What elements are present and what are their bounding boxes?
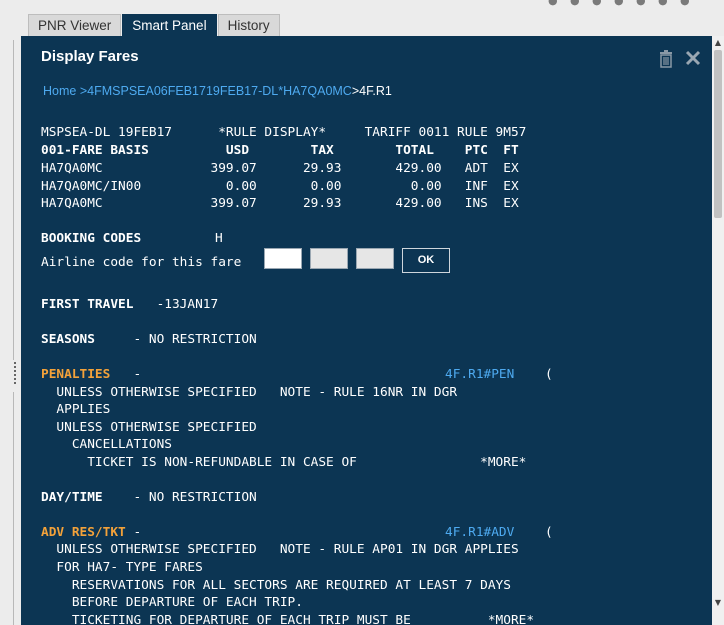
- airline-code-input[interactable]: [264, 248, 302, 269]
- toolbar-icon[interactable]: ●: [680, 0, 692, 8]
- scroll-up-arrow-icon[interactable]: ▲: [712, 38, 724, 48]
- breadcrumb: Home >4FMSPSEA06FEB1719FEB17-DL*HA7QA0MC…: [43, 84, 392, 98]
- adv-res-text-line: BEFORE DEPARTURE OF EACH TRIP.: [41, 595, 303, 610]
- penalties-text-line: APPLIES: [41, 402, 111, 417]
- adv-res-text-line: RESERVATIONS FOR ALL SECTORS ARE REQUIRE…: [41, 578, 511, 593]
- scroll-down-arrow-icon[interactable]: ▼: [712, 598, 724, 608]
- breadcrumb-entry-link[interactable]: 4FMSPSEA06FEB1719FEB17-DL*HA7QA0MC: [87, 84, 352, 98]
- penalties-dash: -: [110, 367, 142, 382]
- seasons-label: SEASONS: [41, 332, 95, 347]
- breadcrumb-home-link[interactable]: Home: [43, 84, 76, 98]
- adv-res-text-line: UNLESS OTHERWISE SPECIFIED NOTE - RULE A…: [41, 542, 519, 557]
- penalties-header: PENALTIES -: [41, 366, 141, 384]
- adv-res-label: ADV RES/TKT: [41, 525, 126, 540]
- tab-pnr-viewer[interactable]: PNR Viewer: [28, 14, 122, 36]
- penalties-text-line: UNLESS OTHERWISE SPECIFIED: [41, 420, 257, 435]
- penalties-paren: (: [545, 367, 553, 382]
- adv-res-header: ADV RES/TKT -: [41, 524, 141, 542]
- edge-divider: [13, 392, 14, 625]
- fare-row: HA7QA0MC 399.07 29.93 429.00 INS EX: [41, 196, 519, 211]
- edge-divider: [13, 40, 14, 360]
- tab-smart-panel[interactable]: Smart Panel: [122, 14, 217, 36]
- penalties-text-line: UNLESS OTHERWISE SPECIFIED NOTE - RULE 1…: [41, 385, 458, 400]
- fare-row: HA7QA0MC/IN00 0.00 0.00 0.00 INF EX: [41, 179, 519, 194]
- smart-panel: Display Fares Home >4FMSPSEA06FEB1719FEB…: [21, 36, 712, 625]
- adv-res-text-line: TICKETING FOR DEPARTURE OF EACH TRIP MUS…: [41, 613, 535, 625]
- first-travel-line: FIRST TRAVEL -13JAN17: [41, 296, 218, 314]
- toolbar-icons: ● ● ● ● ● ● ●: [548, 0, 692, 8]
- adv-res-rule-link[interactable]: 4F.R1#ADV: [445, 524, 514, 542]
- day-time-value: - NO RESTRICTION: [102, 490, 257, 505]
- seasons-value: - NO RESTRICTION: [94, 332, 257, 347]
- day-time-label: DAY/TIME: [41, 490, 103, 505]
- penalties-rule-link[interactable]: 4F.R1#PEN: [445, 366, 514, 384]
- resize-grip[interactable]: [14, 360, 18, 390]
- penalties-text-line: CANCELLATIONS: [41, 437, 172, 452]
- toolbar-icon[interactable]: ●: [570, 0, 582, 8]
- trash-icon[interactable]: [659, 50, 673, 68]
- adv-res-dash: -: [125, 525, 142, 540]
- first-travel-value: -13JAN17: [133, 297, 219, 312]
- scroll-thumb[interactable]: [714, 50, 722, 218]
- seasons-line: SEASONS - NO RESTRICTION: [41, 331, 257, 349]
- fare-column-headers: 001-FARE BASIS USD TAX TOTAL PTC FT: [41, 143, 519, 158]
- ok-button[interactable]: OK: [402, 248, 450, 273]
- left-edge: [0, 0, 20, 625]
- booking-code-value: H: [215, 231, 223, 246]
- first-travel-label: FIRST TRAVEL: [41, 297, 134, 312]
- vertical-scrollbar[interactable]: ▲ ▼: [712, 36, 724, 625]
- day-time-line: DAY/TIME - NO RESTRICTION: [41, 489, 257, 507]
- airline-code-input[interactable]: [310, 248, 348, 269]
- penalties-label: PENALTIES: [41, 367, 111, 382]
- breadcrumb-current: 4F.R1: [359, 84, 392, 98]
- airline-code-prompt: Airline code for this fare: [41, 255, 242, 270]
- adv-res-paren: (: [545, 525, 553, 540]
- adv-res-text-line: FOR HA7- TYPE FARES: [41, 560, 203, 575]
- toolbar-icon[interactable]: ●: [614, 0, 626, 8]
- fare-row: HA7QA0MC 399.07 29.93 429.00 ADT EX: [41, 161, 519, 176]
- booking-codes-label: BOOKING CODES: [41, 231, 142, 246]
- toolbar-icon[interactable]: ●: [658, 0, 670, 8]
- penalties-text-line: TICKET IS NON-REFUNDABLE IN CASE OF *MOR…: [41, 455, 527, 470]
- toolbar-icon[interactable]: ●: [548, 0, 560, 8]
- panel-title: Display Fares: [41, 48, 139, 65]
- tab-bar: PNR Viewer Smart Panel History: [28, 14, 281, 36]
- toolbar-icon[interactable]: ●: [592, 0, 604, 8]
- airline-code-input[interactable]: [356, 248, 394, 269]
- tab-history[interactable]: History: [217, 14, 280, 36]
- toolbar-icon[interactable]: ●: [636, 0, 648, 8]
- rule-header-line: MSPSEA-DL 19FEB17 *RULE DISPLAY* TARIFF …: [41, 125, 527, 140]
- close-icon[interactable]: [683, 48, 703, 68]
